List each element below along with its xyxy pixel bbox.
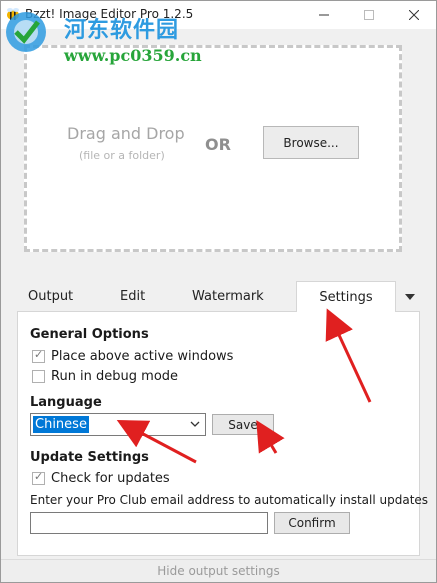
- minimize-icon: [318, 14, 329, 16]
- place-above-label: Place above active windows: [51, 349, 234, 364]
- tab-bar: Output Edit Watermark Settings: [17, 281, 420, 313]
- language-select[interactable]: Chinese: [30, 413, 206, 436]
- language-selected-value: Chinese: [33, 416, 89, 433]
- drop-zone[interactable]: Drag and Drop (file or a folder) OR Brow…: [24, 45, 402, 252]
- debug-mode-label: Run in debug mode: [51, 369, 179, 384]
- watermark-site-name: 河东软件园: [64, 17, 180, 43]
- hide-output-settings-label: Hide output settings: [157, 564, 280, 578]
- close-icon: [408, 10, 419, 20]
- tab-watermark[interactable]: Watermark: [192, 281, 264, 312]
- tab-settings[interactable]: Settings: [296, 281, 396, 313]
- watermark-logo-icon: [6, 12, 46, 52]
- or-label: OR: [205, 135, 231, 154]
- debug-mode-option[interactable]: Run in debug mode: [32, 369, 178, 384]
- triangle-down-icon: [405, 293, 415, 300]
- confirm-button[interactable]: Confirm: [274, 512, 350, 534]
- browse-button[interactable]: Browse...: [263, 126, 359, 159]
- debug-mode-checkbox[interactable]: [32, 370, 45, 383]
- general-options-title: General Options: [30, 327, 149, 342]
- maximize-icon: [363, 10, 374, 20]
- email-hint: Enter your Pro Club email address to aut…: [30, 493, 429, 507]
- email-input[interactable]: [30, 512, 268, 534]
- drag-drop-title: Drag and Drop: [67, 124, 185, 143]
- place-above-option[interactable]: Place above active windows: [32, 348, 234, 364]
- app-window: Bzzt! Image Editor Pro 1.2.5 Drag and Dr…: [0, 0, 437, 583]
- language-title: Language: [30, 395, 102, 410]
- tab-edit[interactable]: Edit: [120, 281, 145, 312]
- tab-dropdown-button[interactable]: [400, 281, 420, 312]
- settings-panel: General Options Place above active windo…: [17, 312, 428, 556]
- update-settings-title: Update Settings: [30, 450, 149, 465]
- save-button[interactable]: Save: [212, 414, 274, 435]
- hide-output-settings-bar[interactable]: Hide output settings: [1, 559, 436, 582]
- close-button[interactable]: [391, 1, 436, 29]
- check-updates-option[interactable]: Check for updates: [32, 470, 170, 486]
- drag-drop-subtitle: (file or a folder): [79, 149, 165, 162]
- chevron-down-icon: [190, 421, 200, 427]
- place-above-checkbox[interactable]: [32, 348, 45, 363]
- tab-output[interactable]: Output: [28, 281, 73, 312]
- check-updates-checkbox[interactable]: [32, 470, 45, 485]
- maximize-button[interactable]: [346, 1, 391, 29]
- watermark-url: www.pc0359.cn: [64, 46, 202, 65]
- check-updates-label: Check for updates: [51, 471, 170, 486]
- minimize-button[interactable]: [301, 1, 346, 29]
